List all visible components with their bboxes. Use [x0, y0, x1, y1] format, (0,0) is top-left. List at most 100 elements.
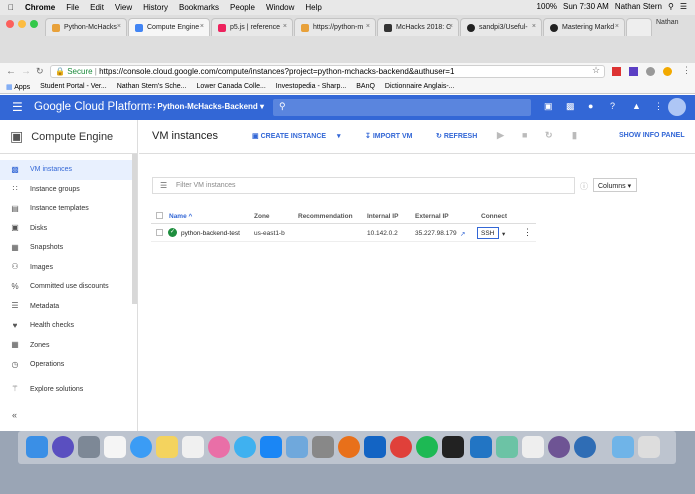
sidebar-item-vm-instances[interactable]: ▩ VM instances [0, 160, 137, 180]
bookmark-item[interactable]: Lower Canada Colle... [197, 83, 266, 90]
close-tab-icon[interactable]: × [283, 23, 287, 30]
close-tab-icon[interactable]: × [615, 23, 619, 30]
create-dropdown-icon[interactable]: ▾ [337, 132, 341, 140]
close-tab-icon[interactable]: × [200, 23, 204, 30]
trash-icon[interactable] [638, 436, 660, 458]
finder-icon[interactable] [26, 436, 48, 458]
avatar[interactable] [668, 98, 686, 116]
tab-mchacks[interactable]: McHacks 2018: C × [377, 18, 459, 36]
sidebar-item-zones[interactable]: ▦ Zones [0, 336, 137, 356]
sidebar-item-images[interactable]: ⚇ Images [0, 258, 137, 278]
tab-compute-engine[interactable]: Compute Engine × [128, 18, 210, 36]
extension-icon[interactable] [646, 67, 655, 76]
messages-icon[interactable] [234, 436, 256, 458]
row-more-icon[interactable]: ⋮ [523, 227, 532, 238]
spotify-icon[interactable] [416, 436, 438, 458]
column-header-name[interactable]: Name ^ [169, 213, 192, 220]
launchpad-icon[interactable] [78, 436, 100, 458]
new-tab-button[interactable] [626, 18, 652, 36]
filter-input[interactable]: ☰ Filter VM instances [152, 177, 575, 194]
external-link-icon[interactable]: ↗ [460, 230, 465, 238]
ssh-dropdown-icon[interactable]: ▾ [502, 230, 505, 238]
textedit-icon[interactable] [522, 436, 544, 458]
menu-edit[interactable]: Edit [90, 3, 104, 12]
start-icon[interactable]: ▶ [497, 130, 504, 141]
sidebar-item-committed-use[interactable]: % Committed use discounts [0, 277, 137, 297]
menu-bookmarks[interactable]: Bookmarks [179, 3, 219, 12]
outlook-icon[interactable] [364, 436, 386, 458]
bookmark-item[interactable]: Student Portal - Ver... [40, 83, 107, 90]
collapse-sidebar-icon[interactable]: « [12, 410, 17, 420]
tab-python-mchacks[interactable]: Python-McHacks × [45, 18, 127, 36]
github-desktop-icon[interactable] [548, 436, 570, 458]
sidebar-item-explore-solutions[interactable]: ⚚ Explore solutions [0, 380, 137, 400]
column-header-zone[interactable]: Zone [254, 213, 270, 220]
user-name[interactable]: Nathan Stern [615, 2, 662, 11]
tab-sandpi3[interactable]: sandpi3/Useful- × [460, 18, 542, 36]
bookmark-apps[interactable]: ▦ Apps [6, 83, 30, 91]
system-preferences-icon[interactable] [312, 436, 334, 458]
close-tab-icon[interactable]: × [532, 23, 536, 30]
firefox-icon[interactable] [338, 436, 360, 458]
menu-view[interactable]: View [115, 3, 132, 12]
notes-icon[interactable] [156, 436, 178, 458]
column-header-internal-ip[interactable]: Internal IP [367, 213, 398, 220]
siri-icon[interactable] [52, 436, 74, 458]
spotlight-icon[interactable]: ⚲ [668, 2, 674, 11]
close-tab-icon[interactable]: × [366, 23, 370, 30]
battery-label[interactable]: 100% [537, 2, 557, 11]
alert-icon[interactable]: ● [588, 101, 593, 111]
xcode-icon[interactable] [286, 436, 308, 458]
project-selector[interactable]: ∷ Python-McHacks-Backend ▾ [150, 102, 264, 111]
close-window-icon[interactable] [6, 20, 14, 28]
more-vert-icon[interactable]: ⋮ [654, 101, 663, 112]
stop-icon[interactable]: ■ [522, 130, 527, 140]
vscode-icon[interactable] [470, 436, 492, 458]
bookmark-item[interactable]: BAnQ [356, 83, 375, 90]
profile-name[interactable]: Nathan [656, 19, 679, 26]
tab-p5js[interactable]: p5.js | reference × [211, 18, 293, 36]
chrome-icon[interactable] [390, 436, 412, 458]
sidebar-item-operations[interactable]: ◷ Operations [0, 355, 137, 375]
tab-python-m[interactable]: https://python-m × [294, 18, 376, 36]
columns-dropdown[interactable]: Columns ▾ [593, 178, 637, 192]
maximize-window-icon[interactable] [30, 20, 38, 28]
url-field[interactable]: 🔒 Secure | https://console.cloud.google.… [50, 65, 605, 78]
bookmark-item[interactable]: Investopedia - Sharp... [276, 83, 346, 90]
select-all-checkbox[interactable] [156, 212, 163, 219]
bookmark-item[interactable]: Dictionnaire Anglais-... [385, 83, 455, 90]
sidebar-item-instance-templates[interactable]: ▤ Instance templates [0, 199, 137, 219]
sidebar-scrollbar[interactable] [132, 154, 137, 304]
app-menu[interactable]: Chrome [25, 3, 55, 12]
close-tab-icon[interactable]: × [449, 23, 453, 30]
gift-icon[interactable]: ▣ [544, 101, 553, 112]
menu-history[interactable]: History [143, 3, 168, 12]
instance-name-link[interactable]: python-backend-test [181, 230, 240, 237]
forward-icon[interactable]: → [21, 66, 31, 77]
more-icon[interactable]: ⋮ [682, 65, 691, 76]
slack-icon[interactable] [496, 436, 518, 458]
apple-icon[interactable]:  [8, 3, 14, 12]
delete-icon[interactable]: ▮ [572, 130, 577, 141]
menu-help[interactable]: Help [305, 3, 321, 12]
notifications-icon[interactable]: ▲ [632, 101, 641, 111]
sidebar-item-snapshots[interactable]: ▦ Snapshots [0, 238, 137, 258]
photos-icon[interactable] [208, 436, 230, 458]
create-instance-button[interactable]: ▣ CREATE INSTANCE [252, 132, 326, 140]
browser-icon[interactable] [574, 436, 596, 458]
menu-window[interactable]: Window [266, 3, 294, 12]
import-vm-button[interactable]: ↧ IMPORT VM [365, 132, 413, 140]
refresh-button[interactable]: ↻ REFRESH [436, 132, 477, 140]
search-bar[interactable]: ⚲ [273, 99, 531, 116]
hamburger-icon[interactable]: ☰ [12, 100, 23, 114]
help-icon[interactable]: ? [610, 101, 615, 111]
menu-icon[interactable]: ☰ [680, 2, 687, 11]
terminal-icon[interactable] [442, 436, 464, 458]
extension-icon[interactable] [663, 67, 672, 76]
reminders-icon[interactable] [182, 436, 204, 458]
tab-mastering-markdown[interactable]: Mastering Markd × [543, 18, 625, 36]
column-header-connect[interactable]: Connect [481, 213, 507, 220]
help-icon[interactable]: ⓘ [580, 181, 588, 192]
sidebar-item-disks[interactable]: ▣ Disks [0, 219, 137, 239]
show-info-panel-button[interactable]: SHOW INFO PANEL [619, 132, 685, 139]
